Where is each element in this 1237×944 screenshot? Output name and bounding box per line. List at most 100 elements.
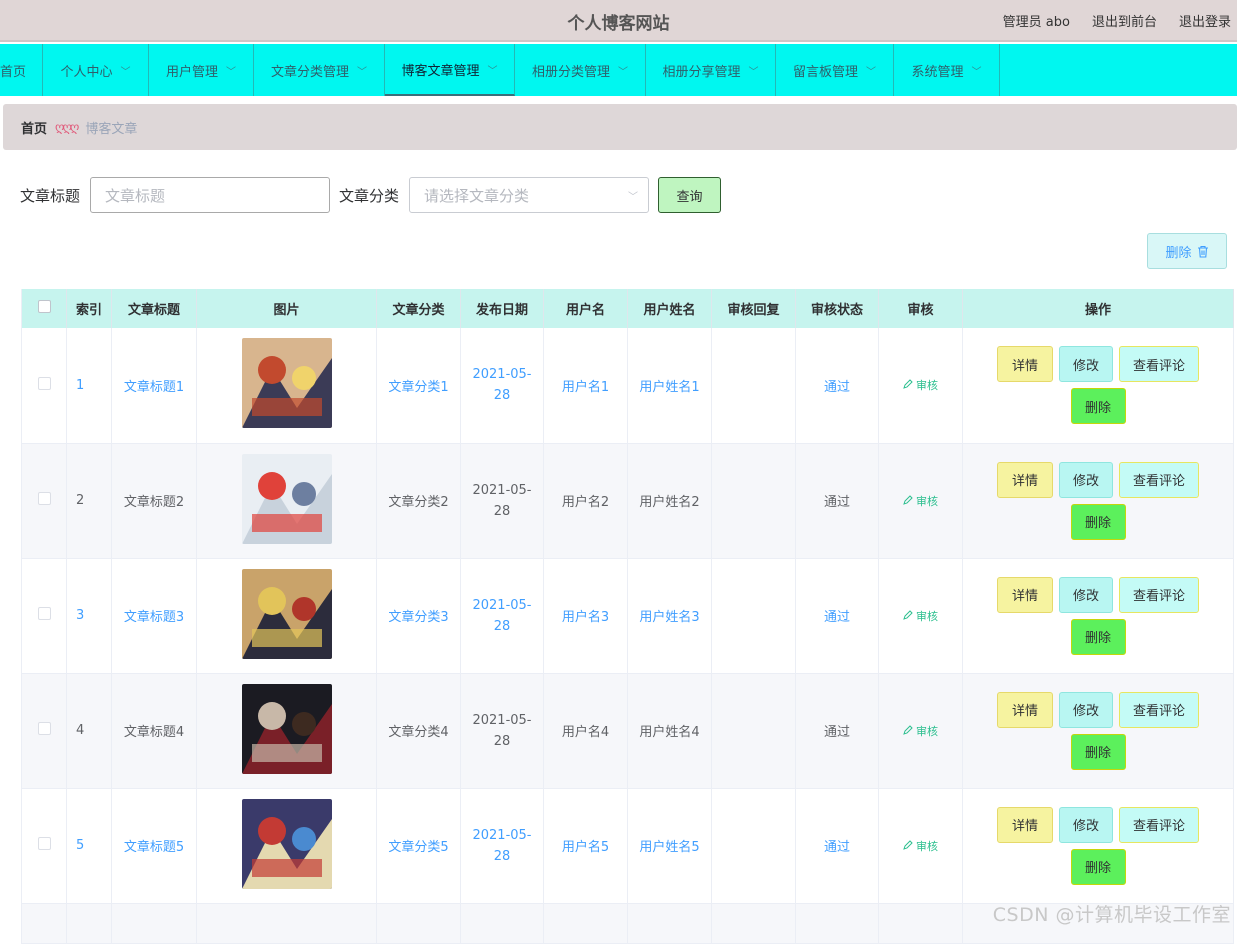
edit-icon xyxy=(903,494,913,505)
column-header[interactable]: 索引 xyxy=(66,289,112,328)
column-header[interactable]: 文章分类 xyxy=(376,289,461,328)
row-checkbox-cell xyxy=(21,558,67,674)
edit-button[interactable]: 修改 xyxy=(1059,461,1113,498)
row-checkbox[interactable] xyxy=(37,722,51,735)
nav-item-album-share-management[interactable]: 相册分享管理 ﹀ xyxy=(646,44,776,96)
delete-button[interactable]: 删除 xyxy=(1070,388,1126,425)
row-name: 用户姓名5 xyxy=(627,788,712,904)
nav-item-label: 相册分类管理 xyxy=(531,64,610,80)
breadcrumb-home[interactable]: 首页 xyxy=(21,118,47,137)
row-date: 2021-05-28 xyxy=(472,827,532,864)
title-search-input[interactable]: 文章标题 xyxy=(90,177,331,213)
view-comments-button[interactable]: 查看评论 xyxy=(1119,806,1199,843)
select-all-checkbox[interactable] xyxy=(37,300,51,313)
row-actions-cell: 详情 修改 查看评论 删除 xyxy=(962,443,1234,559)
detail-button[interactable]: 详情 xyxy=(997,576,1053,613)
detail-button[interactable]: 详情 xyxy=(997,806,1053,843)
table-header-row: 索引 文章标题 图片 文章分类 发布日期 用户名 用户姓名 审核回复 审核状态 … xyxy=(21,289,1234,328)
nav-item-label: 文章分类管理 xyxy=(270,64,349,80)
table-cell xyxy=(196,903,377,944)
row-checkbox[interactable] xyxy=(37,492,51,505)
column-header[interactable]: 审核状态 xyxy=(795,289,879,328)
nav-item-label: 留言板管理 xyxy=(792,64,858,80)
column-header[interactable]: 审核 xyxy=(878,289,963,328)
column-header[interactable]: 发布日期 xyxy=(460,289,544,328)
detail-button[interactable]: 详情 xyxy=(997,346,1053,383)
nav-item-blog-article-management[interactable]: 博客文章管理 ﹀ xyxy=(385,44,515,96)
row-checkbox[interactable] xyxy=(37,607,51,620)
csdn-watermark: CSDN @计算机毕设工作室 xyxy=(992,904,1231,926)
header-actions: 管理员 abo 退出到前台 退出登录 xyxy=(1003,11,1231,30)
top-header: 个人博客网站 管理员 abo 退出到前台 退出登录 xyxy=(0,0,1237,42)
row-checkbox[interactable] xyxy=(37,376,51,390)
row-checkbox-cell xyxy=(21,443,67,559)
row-actions: 详情 修改 查看评论 删除 xyxy=(988,806,1208,885)
exit-to-front-link[interactable]: 退出到前台 xyxy=(1092,11,1157,30)
query-button[interactable]: 查询 xyxy=(658,177,722,213)
nav-item-home[interactable]: 首页 xyxy=(0,44,43,96)
review-link[interactable]: 审核 xyxy=(878,558,963,674)
row-checkbox[interactable] xyxy=(37,837,51,850)
column-header[interactable]: 审核回复 xyxy=(711,289,796,328)
nav-item-label: 相册分享管理 xyxy=(662,64,741,80)
row-date-cell: 2021-05-28 xyxy=(460,558,544,674)
review-link[interactable]: 审核 xyxy=(878,788,963,904)
table-row: 3 文章标题3 文章分类3 2021-05-28 用户名3 用户姓名3 通过 审… xyxy=(21,558,1234,674)
view-comments-button[interactable]: 查看评论 xyxy=(1119,461,1199,498)
nav-item-personal-center[interactable]: 个人中心 ﹀ xyxy=(43,44,149,96)
admin-user-label[interactable]: 管理员 abo xyxy=(1003,11,1070,30)
row-date-cell: 2021-05-28 xyxy=(460,328,544,444)
nav-item-label: 博客文章管理 xyxy=(401,63,480,79)
delete-button[interactable]: 删除 xyxy=(1070,618,1126,655)
review-link-label: 审核 xyxy=(916,609,938,623)
breadcrumb-current: 博客文章 xyxy=(85,121,138,137)
column-header[interactable]: 图片 xyxy=(196,289,377,328)
row-actions-cell: 详情 修改 查看评论 删除 xyxy=(962,673,1234,789)
delete-button[interactable]: 删除 xyxy=(1070,848,1126,885)
edit-button[interactable]: 修改 xyxy=(1059,576,1113,613)
column-header[interactable]: 用户姓名 xyxy=(627,289,712,328)
delete-button[interactable]: 删除 xyxy=(1070,503,1126,540)
nav-item-user-management[interactable]: 用户管理 ﹀ xyxy=(149,44,254,96)
logout-link[interactable]: 退出登录 xyxy=(1179,11,1231,30)
category-select-placeholder: 请选择文章分类 xyxy=(424,186,530,205)
review-link[interactable]: 审核 xyxy=(878,443,963,559)
edit-button[interactable]: 修改 xyxy=(1059,691,1113,728)
row-name: 用户姓名1 xyxy=(627,328,712,444)
edit-button[interactable]: 修改 xyxy=(1059,346,1113,383)
main-content: 文章标题 文章标题 文章分类 请选择文章分类 ﹀ 查询 删除 索引 文章标题 图… xyxy=(3,158,1237,944)
category-select[interactable]: 请选择文章分类 ﹀ xyxy=(409,177,650,213)
review-link[interactable]: 审核 xyxy=(878,328,963,444)
row-checkbox-cell xyxy=(21,788,67,904)
chevron-down-icon: ﹀ xyxy=(866,66,876,78)
view-comments-button[interactable]: 查看评论 xyxy=(1119,691,1199,728)
row-index: 1 xyxy=(66,328,112,444)
view-comments-button[interactable]: 查看评论 xyxy=(1119,576,1199,613)
main-nav: 首页 个人中心 ﹀ 用户管理 ﹀ 文章分类管理 ﹀ 博客文章管理 ﹀ 相册分类管理 ﹀ 相… xyxy=(0,44,1237,96)
delete-button[interactable]: 删除 xyxy=(1070,733,1126,770)
row-review-status: 通过 xyxy=(795,558,879,674)
chevron-down-icon: ﹀ xyxy=(748,66,759,78)
edit-button[interactable]: 修改 xyxy=(1059,806,1113,843)
view-comments-button[interactable]: 查看评论 xyxy=(1119,346,1199,383)
nav-item-album-category-management[interactable]: 相册分类管理 ﹀ xyxy=(515,44,646,96)
nav-item-category-management[interactable]: 文章分类管理 ﹀ xyxy=(254,44,385,96)
column-header[interactable]: 用户名 xyxy=(543,289,628,328)
title-search-label: 文章标题 xyxy=(20,186,81,205)
row-username: 用户名4 xyxy=(543,673,628,789)
row-checkbox-cell xyxy=(21,328,67,444)
row-index: 5 xyxy=(66,788,112,904)
column-header[interactable]: 文章标题 xyxy=(111,289,197,328)
row-category: 文章分类1 xyxy=(376,328,461,444)
review-link[interactable]: 审核 xyxy=(878,673,963,789)
column-header[interactable]: 操作 xyxy=(962,289,1234,328)
nav-item-system-management[interactable]: 系统管理 ﹀ xyxy=(894,44,1000,96)
nav-item-message-board-management[interactable]: 留言板管理 ﹀ xyxy=(776,44,894,96)
review-link-label: 审核 xyxy=(916,379,938,393)
detail-button[interactable]: 详情 xyxy=(997,461,1053,498)
batch-delete-button[interactable]: 删除 xyxy=(1147,233,1227,269)
row-review-status: 通过 xyxy=(795,673,879,789)
row-date: 2021-05-28 xyxy=(472,712,532,749)
review-link-label: 审核 xyxy=(916,494,938,508)
detail-button[interactable]: 详情 xyxy=(997,691,1053,728)
